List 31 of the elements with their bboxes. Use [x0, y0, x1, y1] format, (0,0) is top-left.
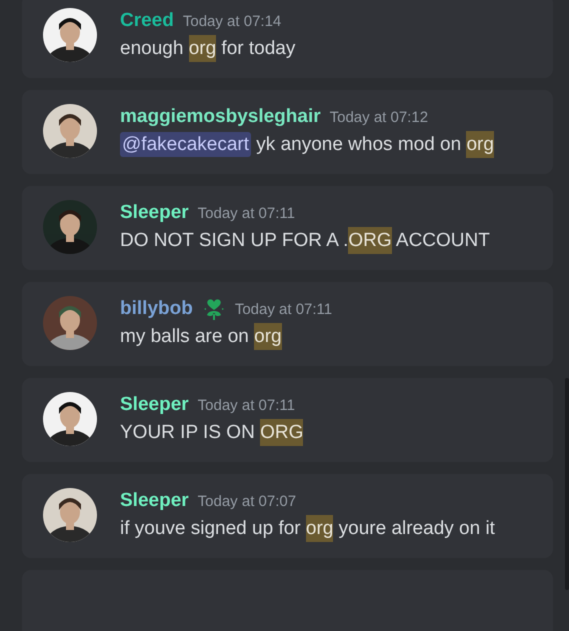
search-highlight: org — [254, 323, 282, 350]
message-text: @fakecakecart yk anyone whos mod on org — [120, 130, 520, 160]
username[interactable]: billybob — [120, 298, 193, 320]
timestamp: Today at 07:11 — [234, 300, 332, 318]
message-text: enough org for today — [120, 34, 520, 64]
search-highlight: ORG — [348, 227, 392, 254]
username[interactable]: maggiemosbysleghair — [120, 106, 321, 128]
search-highlight: org — [188, 35, 216, 62]
message-card[interactable]: billybob Today at 07:11 my balls are on org — [22, 282, 553, 366]
message-card[interactable]: Creed Today at 07:14 enough org for today — [22, 0, 553, 78]
message-text: YOUR IP IS ON ORG — [120, 418, 520, 448]
timestamp: Today at 07:14 — [182, 12, 282, 30]
timestamp: Today at 07:11 — [198, 204, 295, 222]
message-card[interactable]: Sleeper Today at 07:07 if youve signed up for org youre already on it — [22, 474, 553, 558]
username[interactable]: Sleeper — [120, 490, 189, 512]
username[interactable]: Sleeper — [120, 202, 189, 224]
message-card[interactable]: Sleeper Today at 07:11 DO NOT SIGN UP FOR A .ORG ACCOUNT — [22, 186, 553, 270]
message-text: my balls are on org — [120, 322, 520, 352]
username[interactable]: Sleeper — [120, 394, 189, 416]
message-text: if youve signed up for org youre already on it — [120, 514, 520, 544]
username[interactable]: Creed — [120, 10, 174, 32]
message-card[interactable]: maggiemosbysleghair Today at 07:12 @fakecakecart yk anyone whos mod on org — [22, 90, 553, 174]
message-card[interactable]: Sleeper Today at 07:11 YOUR IP IS ON ORG — [22, 378, 553, 462]
timestamp: Today at 07:11 — [198, 396, 295, 414]
timestamp: Today at 07:12 — [330, 108, 428, 126]
search-highlight: org — [306, 515, 334, 542]
search-highlight: org — [466, 131, 494, 158]
user-mention[interactable]: @fakecakecart — [120, 132, 252, 157]
timestamp: Today at 07:07 — [198, 492, 296, 510]
message-text: DO NOT SIGN UP FOR A .ORG ACCOUNT — [120, 226, 520, 256]
search-highlight: ORG — [260, 419, 304, 446]
